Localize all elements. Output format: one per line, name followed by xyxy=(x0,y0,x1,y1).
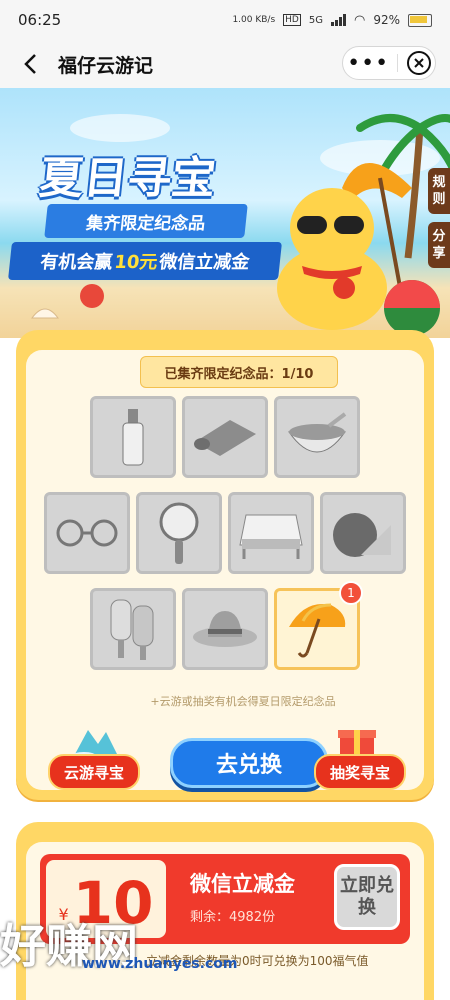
lottery-button[interactable]: 抽奖寻宝 xyxy=(314,754,406,790)
cloud-tour-button[interactable]: 云游寻宝 xyxy=(48,754,140,790)
souvenir-item[interactable] xyxy=(44,492,130,574)
umbrella-icon xyxy=(289,603,346,658)
battery-icon xyxy=(408,13,432,27)
summer-banner: 夏日寻宝 集齐限定纪念品 有机会赢 10元 微信立减金 规则 分享 xyxy=(0,88,450,338)
watermark: 好赚网 www.zhuanyes.com xyxy=(0,910,238,990)
fan-icon xyxy=(159,502,199,564)
souvenir-item-collected[interactable]: 1 xyxy=(274,581,363,670)
souvenir-item[interactable] xyxy=(182,588,268,670)
wifi-icon: ◠ xyxy=(353,12,366,28)
collection-hint: +云游或抽奖有机会得夏日限定纪念品 xyxy=(150,695,336,708)
souvenir-item[interactable] xyxy=(136,492,222,574)
hd-badge: HD xyxy=(283,14,301,26)
mascot-illustration xyxy=(277,163,440,336)
watermelon-icon xyxy=(333,513,391,557)
redeem-now-button[interactable]: 立即兑换 xyxy=(334,864,400,930)
mat-icon xyxy=(194,420,256,456)
straw-hat-icon xyxy=(193,611,257,647)
network-type: 5G xyxy=(308,14,323,26)
collection-panel: 已集齐限定纪念品：1/10 1 +云游或抽奖有机会得夏日限定纪念品 云游寻宝 去… xyxy=(26,350,424,790)
bowl-icon xyxy=(288,412,347,453)
bottle-icon xyxy=(122,409,144,466)
banner-title: 夏日寻宝 xyxy=(36,153,219,204)
more-icon[interactable]: ••• xyxy=(347,51,389,76)
voucher-title: 微信立减金 xyxy=(190,872,295,896)
signal-icon xyxy=(330,14,346,26)
battery-percent: 92% xyxy=(373,13,400,27)
status-icons: 1.00 KB/s HD 5G ◠ 92% xyxy=(232,13,432,28)
page-title: 福仔云游记 xyxy=(58,54,154,77)
capsule-divider xyxy=(397,54,399,72)
banner-subtitle: 集齐限定纪念品 xyxy=(44,204,248,238)
souvenir-item[interactable] xyxy=(274,396,360,478)
collection-progress: 已集齐限定纪念品：1/10 xyxy=(140,356,338,388)
miniapp-capsule: ••• xyxy=(342,46,436,80)
back-icon[interactable] xyxy=(8,42,52,86)
item-count-badge: 1 xyxy=(339,581,363,605)
status-bar: 06:25 1.00 KB/s HD 5G ◠ 92% xyxy=(0,0,450,40)
watermark-url: www.zhuanyes.com xyxy=(82,956,238,972)
bed-icon xyxy=(239,514,303,559)
souvenir-item[interactable] xyxy=(182,396,268,478)
prize-prefix: 有机会赢 xyxy=(39,252,114,273)
souvenir-item[interactable] xyxy=(90,588,176,670)
voucher-remaining: 剩余：4982份 xyxy=(190,910,276,925)
souvenir-item[interactable] xyxy=(320,492,406,574)
prize-amount: 10元 xyxy=(113,252,159,273)
share-tab[interactable]: 分享 xyxy=(428,222,450,268)
banner-prize-text: 有机会赢 10元 微信立减金 xyxy=(8,242,282,280)
souvenir-item[interactable] xyxy=(228,492,314,574)
popsicle-icon xyxy=(110,599,154,660)
rules-tab[interactable]: 规则 xyxy=(428,168,450,214)
close-icon[interactable] xyxy=(406,51,431,75)
sunglasses-icon xyxy=(56,519,118,547)
net-speed: 1.00 KB/s xyxy=(232,15,276,25)
collection-card: 已集齐限定纪念品：1/10 1 +云游或抽奖有机会得夏日限定纪念品 云游寻宝 去… xyxy=(16,330,434,800)
nav-bar: 福仔云游记 ••• xyxy=(0,40,450,88)
redeem-button[interactable]: 去兑换 xyxy=(170,738,328,788)
status-time: 06:25 xyxy=(18,11,62,29)
souvenir-item[interactable] xyxy=(90,396,176,478)
prize-suffix: 微信立减金 xyxy=(158,252,251,273)
